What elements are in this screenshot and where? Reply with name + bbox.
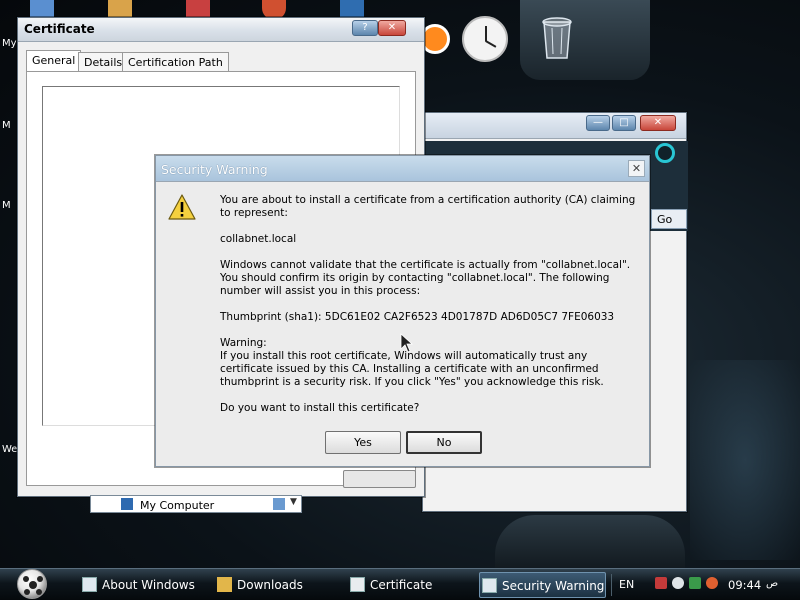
tab-general[interactable]: General	[26, 50, 82, 72]
taskbar-item-about-windows[interactable]: About Windows	[80, 572, 200, 598]
address-bar[interactable]: My Computer ▼	[90, 495, 302, 513]
taskbar-item-certificate[interactable]: Certificate	[348, 572, 458, 598]
close-button[interactable]: ✕	[378, 20, 406, 36]
computer-icon	[121, 498, 133, 510]
desktop-wallpaper-stadium	[495, 515, 685, 575]
warning-icon	[168, 194, 196, 220]
desktop-wallpaper-glow	[690, 360, 800, 560]
window-icon	[482, 578, 497, 593]
chevron-down-icon[interactable]: ▼	[290, 497, 297, 507]
tab-details[interactable]: Details	[78, 52, 129, 72]
desktop-icon-label[interactable]: My	[2, 38, 17, 49]
certificate-icon	[350, 577, 365, 592]
close-button[interactable]: ✕	[628, 160, 645, 177]
close-button[interactable]: ✕	[640, 115, 676, 131]
intro-text: You are about to install a certificate f…	[220, 194, 636, 219]
address-text: My Computer	[140, 499, 215, 512]
validation-text: Windows cannot validate that the certifi…	[220, 259, 631, 297]
shield-icon[interactable]	[655, 577, 667, 589]
logo-ring-icon	[655, 143, 675, 163]
certificate-titlebar[interactable]: Certificate ? ✕	[18, 18, 424, 42]
window-icon	[82, 577, 97, 592]
taskbar: About Windows Downloads Certificate Secu…	[0, 568, 800, 600]
taskbar-item-security-warning[interactable]: Security Warning	[479, 572, 606, 598]
language-indicator[interactable]: EN	[619, 578, 634, 591]
yes-button[interactable]: Yes	[325, 431, 401, 454]
clock-ampm: ص	[766, 578, 779, 589]
ok-button[interactable]	[343, 470, 416, 488]
app-tray-icon[interactable]	[689, 577, 701, 589]
install-question: Do you want to install this certificate?	[220, 402, 420, 414]
clock-time[interactable]: 09:44	[728, 578, 761, 592]
security-warning-titlebar[interactable]: Security Warning ✕	[156, 156, 649, 182]
warning-heading: Warning:	[220, 337, 267, 349]
desktop-icon-label[interactable]: M	[2, 120, 11, 131]
clock-gadget-icon[interactable]	[462, 16, 508, 62]
tray-separator	[611, 574, 612, 596]
background-window-titlebar[interactable]: — □ ✕	[423, 113, 686, 139]
refresh-icon[interactable]	[273, 498, 285, 510]
update-icon[interactable]	[706, 577, 718, 589]
minimize-button[interactable]: —	[586, 115, 610, 131]
ca-host-text: collabnet.local	[220, 233, 297, 245]
maximize-button[interactable]: □	[612, 115, 636, 131]
mouse-cursor-icon	[400, 333, 414, 353]
tab-certification-path[interactable]: Certification Path	[122, 52, 229, 72]
start-button[interactable]	[17, 569, 47, 599]
security-warning-dialog[interactable]: Security Warning ✕ You are about to inst…	[155, 155, 650, 467]
folder-icon	[217, 577, 232, 592]
recycle-bin-icon[interactable]	[538, 14, 576, 60]
warning-text: If you install this root certificate, Wi…	[220, 350, 604, 388]
desktop-icon-label[interactable]: M	[2, 200, 11, 211]
go-button[interactable]: Go	[651, 209, 687, 229]
thumbprint-text: Thumbprint (sha1): 5DC61E02 CA2F6523 4D0…	[220, 311, 615, 323]
desktop-icon-label[interactable]: We	[2, 444, 17, 455]
certificate-title: Certificate	[24, 22, 95, 36]
help-button[interactable]: ?	[352, 20, 378, 36]
security-warning-title: Security Warning	[161, 162, 268, 177]
network-icon[interactable]	[672, 577, 684, 589]
no-button[interactable]: No	[406, 431, 482, 454]
taskbar-item-downloads[interactable]: Downloads	[215, 572, 320, 598]
